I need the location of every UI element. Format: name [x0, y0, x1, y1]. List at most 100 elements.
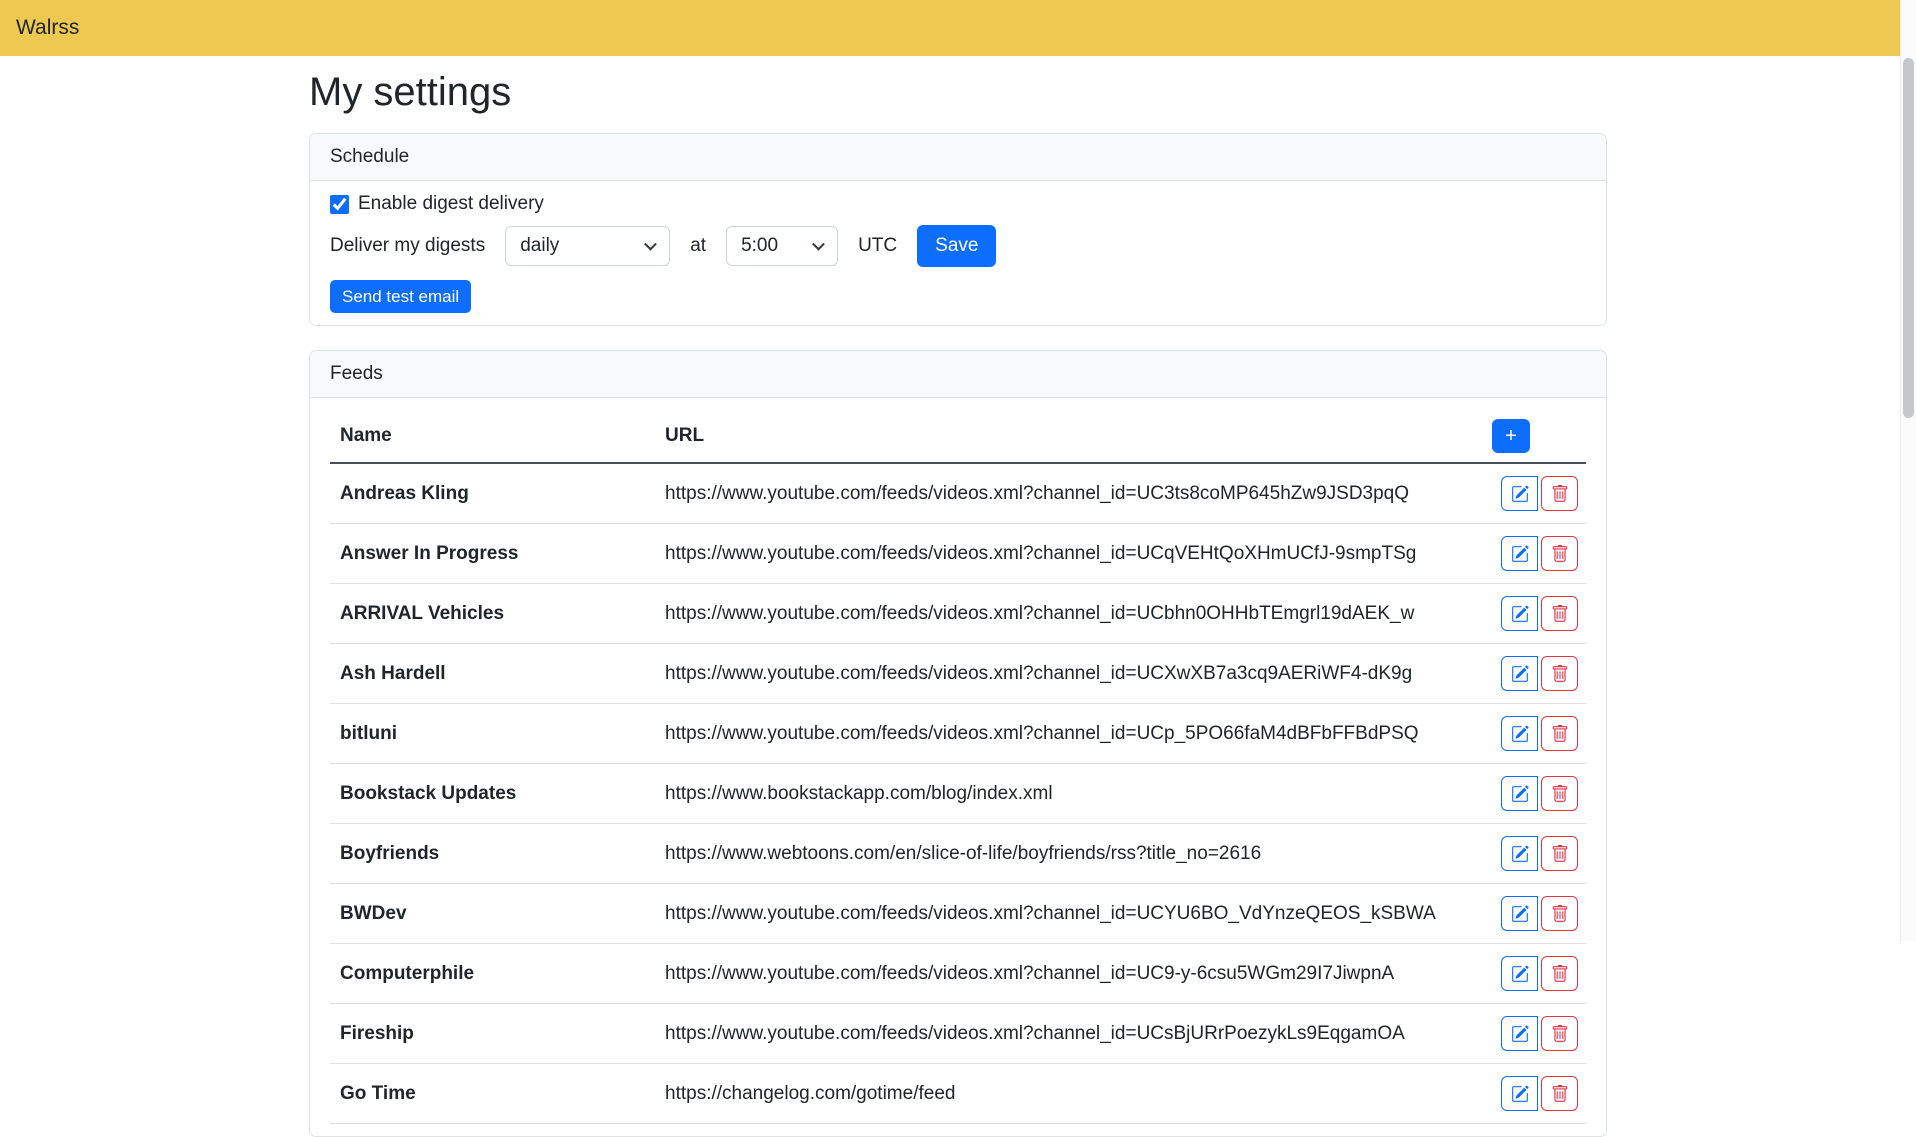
feed-actions [1501, 1016, 1578, 1051]
delete-feed-button[interactable] [1541, 956, 1578, 991]
column-header-name: Name [330, 410, 655, 463]
feed-url: https://www.youtube.com/feeds/videos.xml… [655, 644, 1482, 704]
trash-icon [1551, 485, 1569, 503]
trash-icon [1551, 905, 1569, 923]
pencil-square-icon [1511, 605, 1529, 623]
feed-row: Andreas Kling https://www.youtube.com/fe… [330, 463, 1586, 524]
pencil-square-icon [1511, 725, 1529, 743]
enable-digest-row: Enable digest delivery [330, 193, 1586, 215]
feed-actions [1501, 956, 1578, 991]
feed-name: Answer In Progress [330, 524, 655, 584]
schedule-card-header: Schedule [310, 134, 1606, 181]
delete-feed-button[interactable] [1541, 1076, 1578, 1111]
delete-feed-button[interactable] [1541, 596, 1578, 631]
trash-icon [1551, 1085, 1569, 1103]
feed-name: Go Time [330, 1064, 655, 1124]
send-test-email-button[interactable]: Send test email [330, 280, 471, 313]
trash-icon [1551, 545, 1569, 563]
feed-url: https://changelog.com/gotime/feed [655, 1064, 1482, 1124]
delete-feed-button[interactable] [1541, 716, 1578, 751]
feed-row: Go Time https://changelog.com/gotime/fee… [330, 1064, 1586, 1124]
feed-row: Computerphile https://www.youtube.com/fe… [330, 944, 1586, 1004]
delete-feed-button[interactable] [1541, 476, 1578, 511]
edit-feed-button[interactable] [1501, 536, 1538, 571]
pencil-square-icon [1511, 1025, 1529, 1043]
feed-name: Boyfriends [330, 824, 655, 884]
top-navbar: Walrss [0, 0, 1916, 56]
pencil-square-icon [1511, 665, 1529, 683]
delete-feed-button[interactable] [1541, 776, 1578, 811]
save-button[interactable]: Save [917, 225, 996, 267]
edit-feed-button[interactable] [1501, 656, 1538, 691]
edit-feed-button[interactable] [1501, 1076, 1538, 1111]
feed-url: https://www.youtube.com/feeds/videos.xml… [655, 463, 1482, 524]
feeds-card: Feeds Name URL + Andreas Kling https://w… [309, 350, 1607, 1137]
feed-row: Ash Hardell https://www.youtube.com/feed… [330, 644, 1586, 704]
feed-name: Ash Hardell [330, 644, 655, 704]
feed-url: https://www.bookstackapp.com/blog/index.… [655, 764, 1482, 824]
scrollbar-thumb[interactable] [1903, 58, 1914, 418]
frequency-select[interactable]: daily [505, 226, 670, 266]
feeds-table-body: Andreas Kling https://www.youtube.com/fe… [330, 463, 1586, 1124]
edit-feed-button[interactable] [1501, 896, 1538, 931]
schedule-card-title: Schedule [330, 146, 409, 167]
edit-feed-button[interactable] [1501, 836, 1538, 871]
edit-feed-button[interactable] [1501, 596, 1538, 631]
feeds-card-title: Feeds [330, 363, 383, 384]
trash-icon [1551, 785, 1569, 803]
page-scrollbar[interactable] [1900, 0, 1916, 941]
trash-icon [1551, 665, 1569, 683]
timezone-label: UTC [858, 235, 897, 257]
delete-feed-button[interactable] [1541, 1016, 1578, 1051]
feed-row: Answer In Progress https://www.youtube.c… [330, 524, 1586, 584]
trash-icon [1551, 725, 1569, 743]
delete-feed-button[interactable] [1541, 836, 1578, 871]
trash-icon [1551, 1025, 1569, 1043]
chevron-down-icon [812, 238, 825, 251]
feed-row: Bookstack Updates https://www.bookstacka… [330, 764, 1586, 824]
feeds-card-body: Name URL + Andreas Kling https://www.you… [310, 398, 1606, 1136]
feed-actions [1501, 836, 1578, 871]
trash-icon [1551, 965, 1569, 983]
pencil-square-icon [1511, 965, 1529, 983]
feeds-table: Name URL + Andreas Kling https://www.you… [330, 410, 1586, 1124]
edit-feed-button[interactable] [1501, 1016, 1538, 1051]
feed-actions [1501, 536, 1578, 571]
pencil-square-icon [1511, 485, 1529, 503]
pencil-square-icon [1511, 905, 1529, 923]
time-select[interactable]: 5:00 [726, 226, 838, 266]
delete-feed-button[interactable] [1541, 656, 1578, 691]
edit-feed-button[interactable] [1501, 956, 1538, 991]
feed-actions [1501, 1076, 1578, 1111]
feed-name: Fireship [330, 1004, 655, 1064]
edit-feed-button[interactable] [1501, 716, 1538, 751]
delete-feed-button[interactable] [1541, 536, 1578, 571]
enable-digest-label: Enable digest delivery [358, 193, 544, 215]
trash-icon [1551, 605, 1569, 623]
feed-url: https://www.youtube.com/feeds/videos.xml… [655, 944, 1482, 1004]
feed-url: https://www.youtube.com/feeds/videos.xml… [655, 584, 1482, 644]
edit-feed-button[interactable] [1501, 776, 1538, 811]
feed-name: Andreas Kling [330, 463, 655, 524]
edit-feed-button[interactable] [1501, 476, 1538, 511]
at-label: at [690, 235, 706, 257]
feeds-table-header: Name URL + [330, 410, 1586, 463]
feed-name: Bookstack Updates [330, 764, 655, 824]
feed-row: ARRIVAL Vehicles https://www.youtube.com… [330, 584, 1586, 644]
feed-row: Boyfriends https://www.webtoons.com/en/s… [330, 824, 1586, 884]
feed-row: BWDev https://www.youtube.com/feeds/vide… [330, 884, 1586, 944]
feed-name: bitluni [330, 704, 655, 764]
feed-actions [1501, 716, 1578, 751]
trash-icon [1551, 845, 1569, 863]
enable-digest-checkbox[interactable] [330, 195, 349, 214]
add-feed-button[interactable]: + [1492, 419, 1530, 453]
feed-actions [1501, 596, 1578, 631]
pencil-square-icon [1511, 845, 1529, 863]
feed-row: bitluni https://www.youtube.com/feeds/vi… [330, 704, 1586, 764]
delete-feed-button[interactable] [1541, 896, 1578, 931]
app-brand[interactable]: Walrss [16, 16, 79, 40]
deliver-label: Deliver my digests [330, 235, 485, 257]
feed-name: Computerphile [330, 944, 655, 1004]
feed-url: https://www.youtube.com/feeds/videos.xml… [655, 524, 1482, 584]
frequency-selected-value: daily [520, 235, 559, 256]
